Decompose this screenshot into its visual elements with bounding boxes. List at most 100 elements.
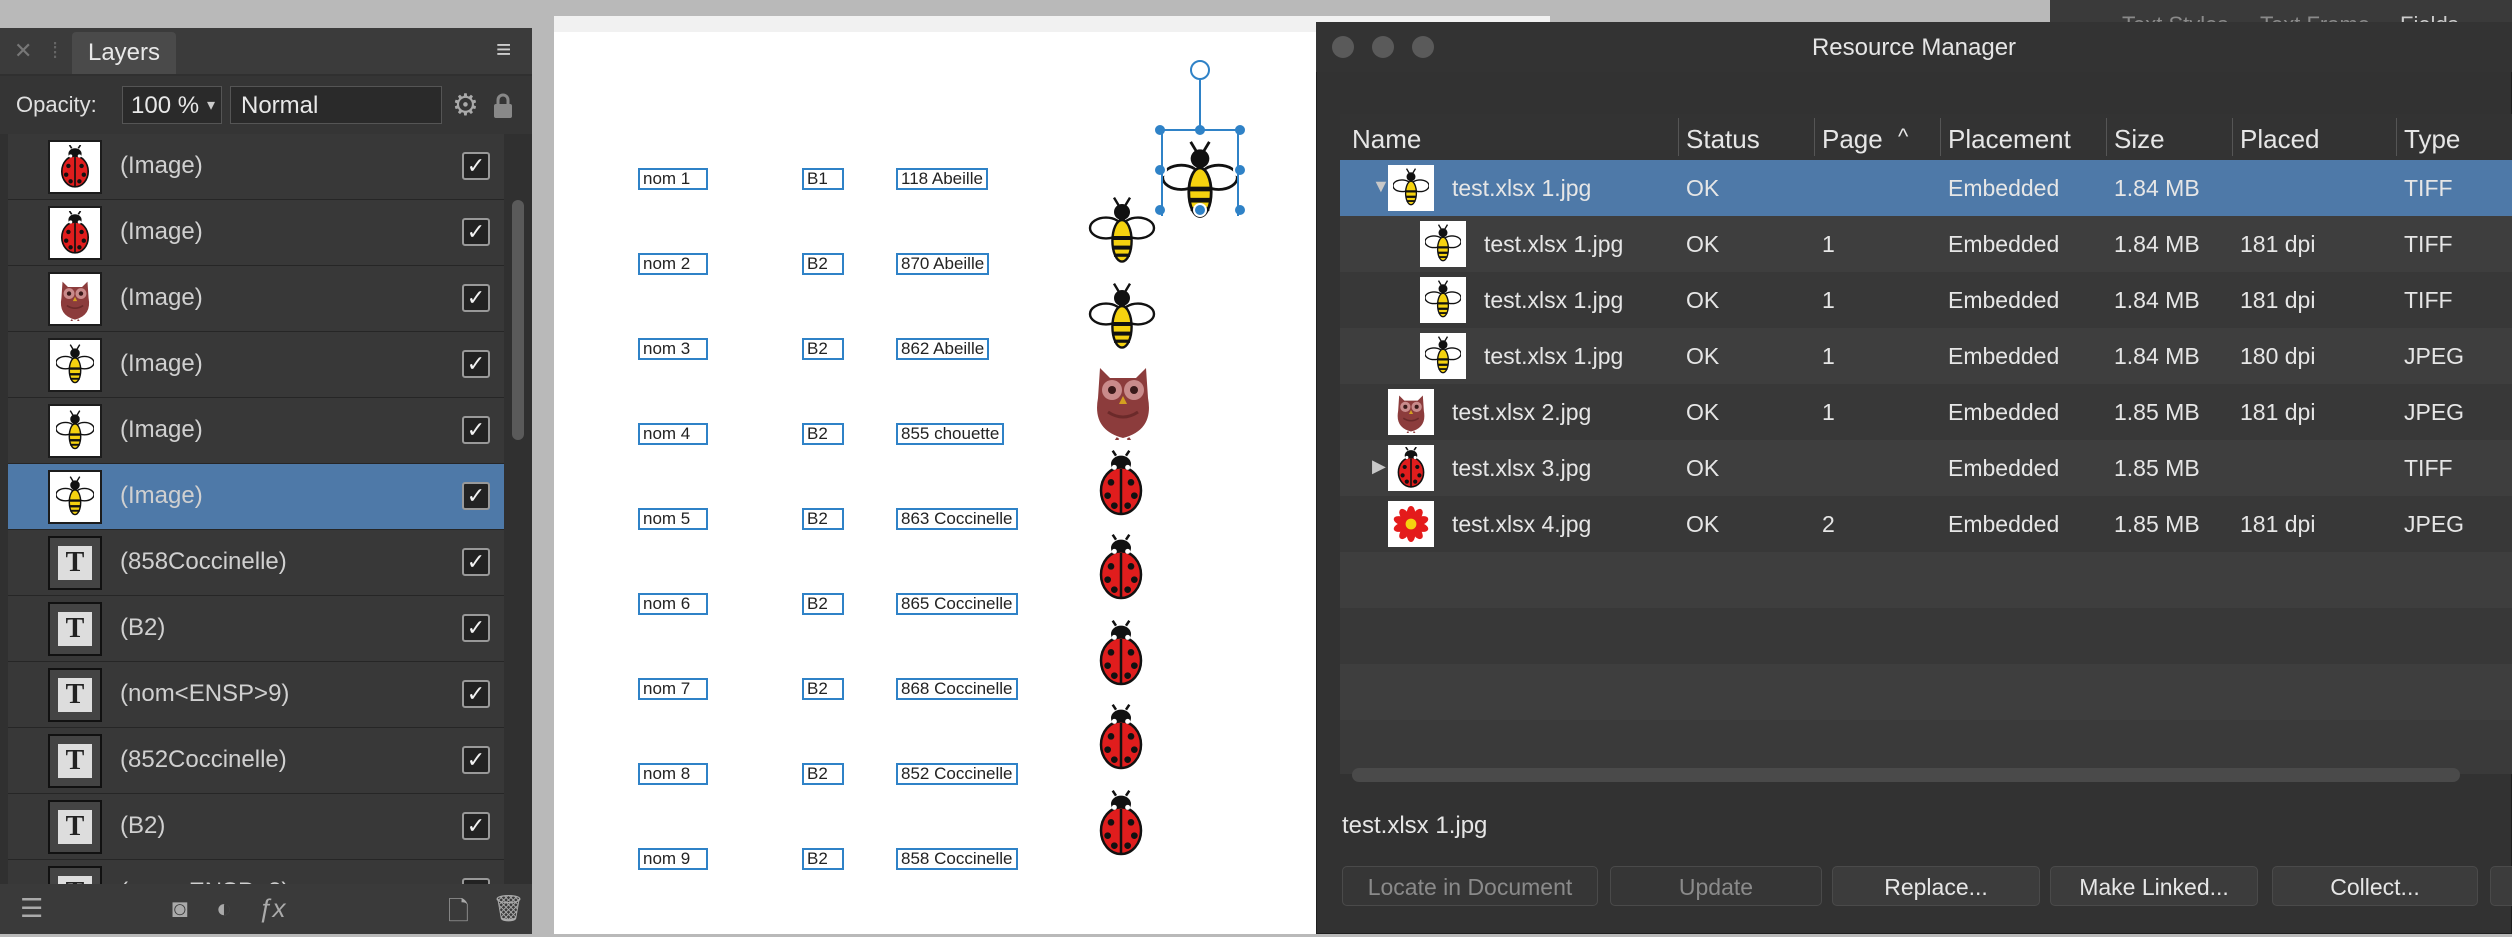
layer-row[interactable]: T (852Coccinelle) ✓ [8, 728, 504, 794]
collect-button[interactable]: Collect... [2272, 866, 2478, 906]
ladybug-image[interactable] [1096, 702, 1146, 779]
fx-icon[interactable]: ƒx [258, 893, 285, 924]
adjustment-icon[interactable]: ◐ [216, 893, 232, 924]
layer-row[interactable]: T (B2) ✓ [8, 596, 504, 662]
column-separator[interactable] [2232, 118, 2233, 156]
layer-visibility-checkbox[interactable]: ✓ [462, 548, 490, 576]
ladybug-image[interactable] [1096, 788, 1146, 865]
column-separator[interactable] [1940, 118, 1941, 156]
canvas-name-field[interactable]: nom 9 [638, 848, 708, 870]
gear-icon[interactable]: ⚙ [452, 88, 479, 123]
layer-row[interactable]: (Image) ✓ [8, 464, 504, 530]
canvas-code-field[interactable]: B2 [802, 253, 844, 275]
canvas-name-field[interactable]: nom 1 [638, 168, 708, 190]
trash-icon[interactable]: 🗑 [492, 893, 525, 924]
canvas-code-field[interactable]: B2 [802, 763, 844, 785]
layer-visibility-checkbox[interactable]: ✓ [462, 482, 490, 510]
window-minimize-button[interactable] [1372, 36, 1394, 58]
opacity-input[interactable]: 100 % ▾ [122, 86, 222, 124]
canvas-name-field[interactable]: nom 2 [638, 253, 708, 275]
canvas-label-field[interactable]: 118 Abeille [896, 168, 988, 190]
drag-handle-icon[interactable]: ⁞ [52, 38, 58, 64]
layer-row[interactable]: (Image) ✓ [8, 332, 504, 398]
mask-icon[interactable]: ◙ [172, 893, 188, 924]
layer-visibility-checkbox[interactable]: ✓ [462, 218, 490, 246]
tab-layers[interactable]: Layers [72, 32, 176, 74]
resource-row[interactable]: test.xlsx 4.jpg OK 2 Embedded 1.85 MB 181 dpi… [1340, 496, 2512, 552]
canvas-code-field[interactable]: B1 [802, 168, 844, 190]
canvas-code-field[interactable]: B2 [802, 678, 844, 700]
canvas-name-field[interactable]: nom 3 [638, 338, 708, 360]
canvas-code-field[interactable]: B2 [802, 593, 844, 615]
layer-row[interactable]: T(nom<ENSP>8)✓ [8, 860, 504, 884]
column-header-placement[interactable]: Placement [1948, 124, 2071, 155]
layer-row[interactable]: (Image) ✓ [8, 398, 504, 464]
canvas-label-field[interactable]: 855 chouette [896, 423, 1005, 445]
blend-mode-select[interactable]: Normal [230, 86, 442, 124]
layers-scrollbar[interactable] [512, 200, 524, 440]
resource-row[interactable]: test.xlsx 2.jpg OK 1 Embedded 1.85 MB 181 dpi… [1340, 384, 2512, 440]
locate-in-document-button[interactable]: Locate in Document [1342, 866, 1598, 906]
canvas-label-field[interactable]: 865 Coccinelle [896, 593, 1018, 615]
layer-visibility-checkbox[interactable]: ✓ [462, 812, 490, 840]
canvas-name-field[interactable]: nom 6 [638, 593, 708, 615]
canvas-label-field[interactable]: 863 Coccinelle [896, 508, 1018, 530]
layer-visibility-checkbox[interactable]: ✓ [462, 680, 490, 708]
column-separator[interactable] [1814, 118, 1815, 156]
make-linked-button[interactable]: Make Linked... [2050, 866, 2258, 906]
column-separator[interactable] [1678, 118, 1679, 156]
layer-visibility-checkbox[interactable]: ✓ [462, 746, 490, 774]
layer-visibility-checkbox[interactable]: ✓ [462, 614, 490, 642]
canvas-name-field[interactable]: nom 7 [638, 678, 708, 700]
replace-button[interactable]: Replace... [1832, 866, 2040, 906]
canvas-code-field[interactable]: B2 [802, 423, 844, 445]
resource-row[interactable]: ▼ test.xlsx 1.jpg OK Embedded 1.84 MB TIFF [1340, 160, 2512, 216]
ladybug-image[interactable] [1096, 448, 1146, 525]
layer-row[interactable]: T (858Coccinelle) ✓ [8, 530, 504, 596]
layer-row[interactable]: T (B2) ✓ [8, 794, 504, 860]
horizontal-scrollbar[interactable] [1352, 768, 2460, 782]
layers-stack-icon[interactable]: ☰ [20, 893, 43, 924]
layer-visibility-checkbox[interactable]: ✓ [462, 152, 490, 180]
canvas-code-field[interactable]: B2 [802, 508, 844, 530]
update-button[interactable]: Update [1610, 866, 1822, 906]
column-header-size[interactable]: Size [2114, 124, 2165, 155]
window-close-button[interactable] [1332, 36, 1354, 58]
layer-row[interactable]: (Image) ✓ [8, 200, 504, 266]
canvas-label-field[interactable]: 852 Coccinelle [896, 763, 1018, 785]
column-header-page[interactable]: Page [1822, 124, 1883, 155]
column-header-status[interactable]: Status [1686, 124, 1760, 155]
layer-visibility-checkbox[interactable]: ✓ [462, 350, 490, 378]
bee-image[interactable] [1082, 282, 1162, 359]
sort-ascending-icon[interactable]: ^ [1898, 124, 1908, 150]
panel-menu-icon[interactable]: ≡ [496, 34, 511, 65]
canvas-label-field[interactable]: 862 Abeille [896, 338, 990, 360]
lock-icon[interactable] [492, 92, 514, 120]
window-zoom-button[interactable] [1412, 36, 1434, 58]
resource-row[interactable]: test.xlsx 1.jpg OK 1 Embedded 1.84 MB 181 dpi… [1340, 216, 2512, 272]
resource-row[interactable]: test.xlsx 1.jpg OK 1 Embedded 1.84 MB 181 dpi… [1340, 272, 2512, 328]
ladybug-image[interactable] [1096, 618, 1146, 695]
close-icon[interactable]: ✕ [14, 38, 32, 64]
resource-row[interactable]: test.xlsx 1.jpg OK 1 Embedded 1.84 MB 180 dpi… [1340, 328, 2512, 384]
disclosure-collapsed-icon[interactable]: ▶ [1372, 456, 1386, 477]
owl-image[interactable] [1088, 360, 1158, 445]
layer-row[interactable]: (Image) ✓ [8, 134, 504, 200]
canvas-name-field[interactable]: nom 5 [638, 508, 708, 530]
ladybug-image[interactable] [1096, 532, 1146, 609]
overflow-button[interactable] [2490, 866, 2512, 906]
layer-visibility-checkbox[interactable]: ✓ [462, 416, 490, 444]
canvas-code-field[interactable]: B2 [802, 848, 844, 870]
canvas-label-field[interactable]: 868 Coccinelle [896, 678, 1018, 700]
column-separator[interactable] [2396, 118, 2397, 156]
layer-row[interactable]: T (nom<ENSP>9) ✓ [8, 662, 504, 728]
canvas-code-field[interactable]: B2 [802, 338, 844, 360]
canvas-name-field[interactable]: nom 4 [638, 423, 708, 445]
column-header-type[interactable]: Type [2404, 124, 2460, 155]
canvas-label-field[interactable]: 858 Coccinelle [896, 848, 1018, 870]
resource-row[interactable]: ▶ test.xlsx 3.jpg OK Embedded 1.85 MB TIFF [1340, 440, 2512, 496]
column-separator[interactable] [2106, 118, 2107, 156]
resource-manager-titlebar[interactable]: Resource Manager [1316, 22, 2512, 72]
canvas-label-field[interactable]: 870 Abeille [896, 253, 990, 275]
column-header-name[interactable]: Name [1352, 124, 1421, 155]
